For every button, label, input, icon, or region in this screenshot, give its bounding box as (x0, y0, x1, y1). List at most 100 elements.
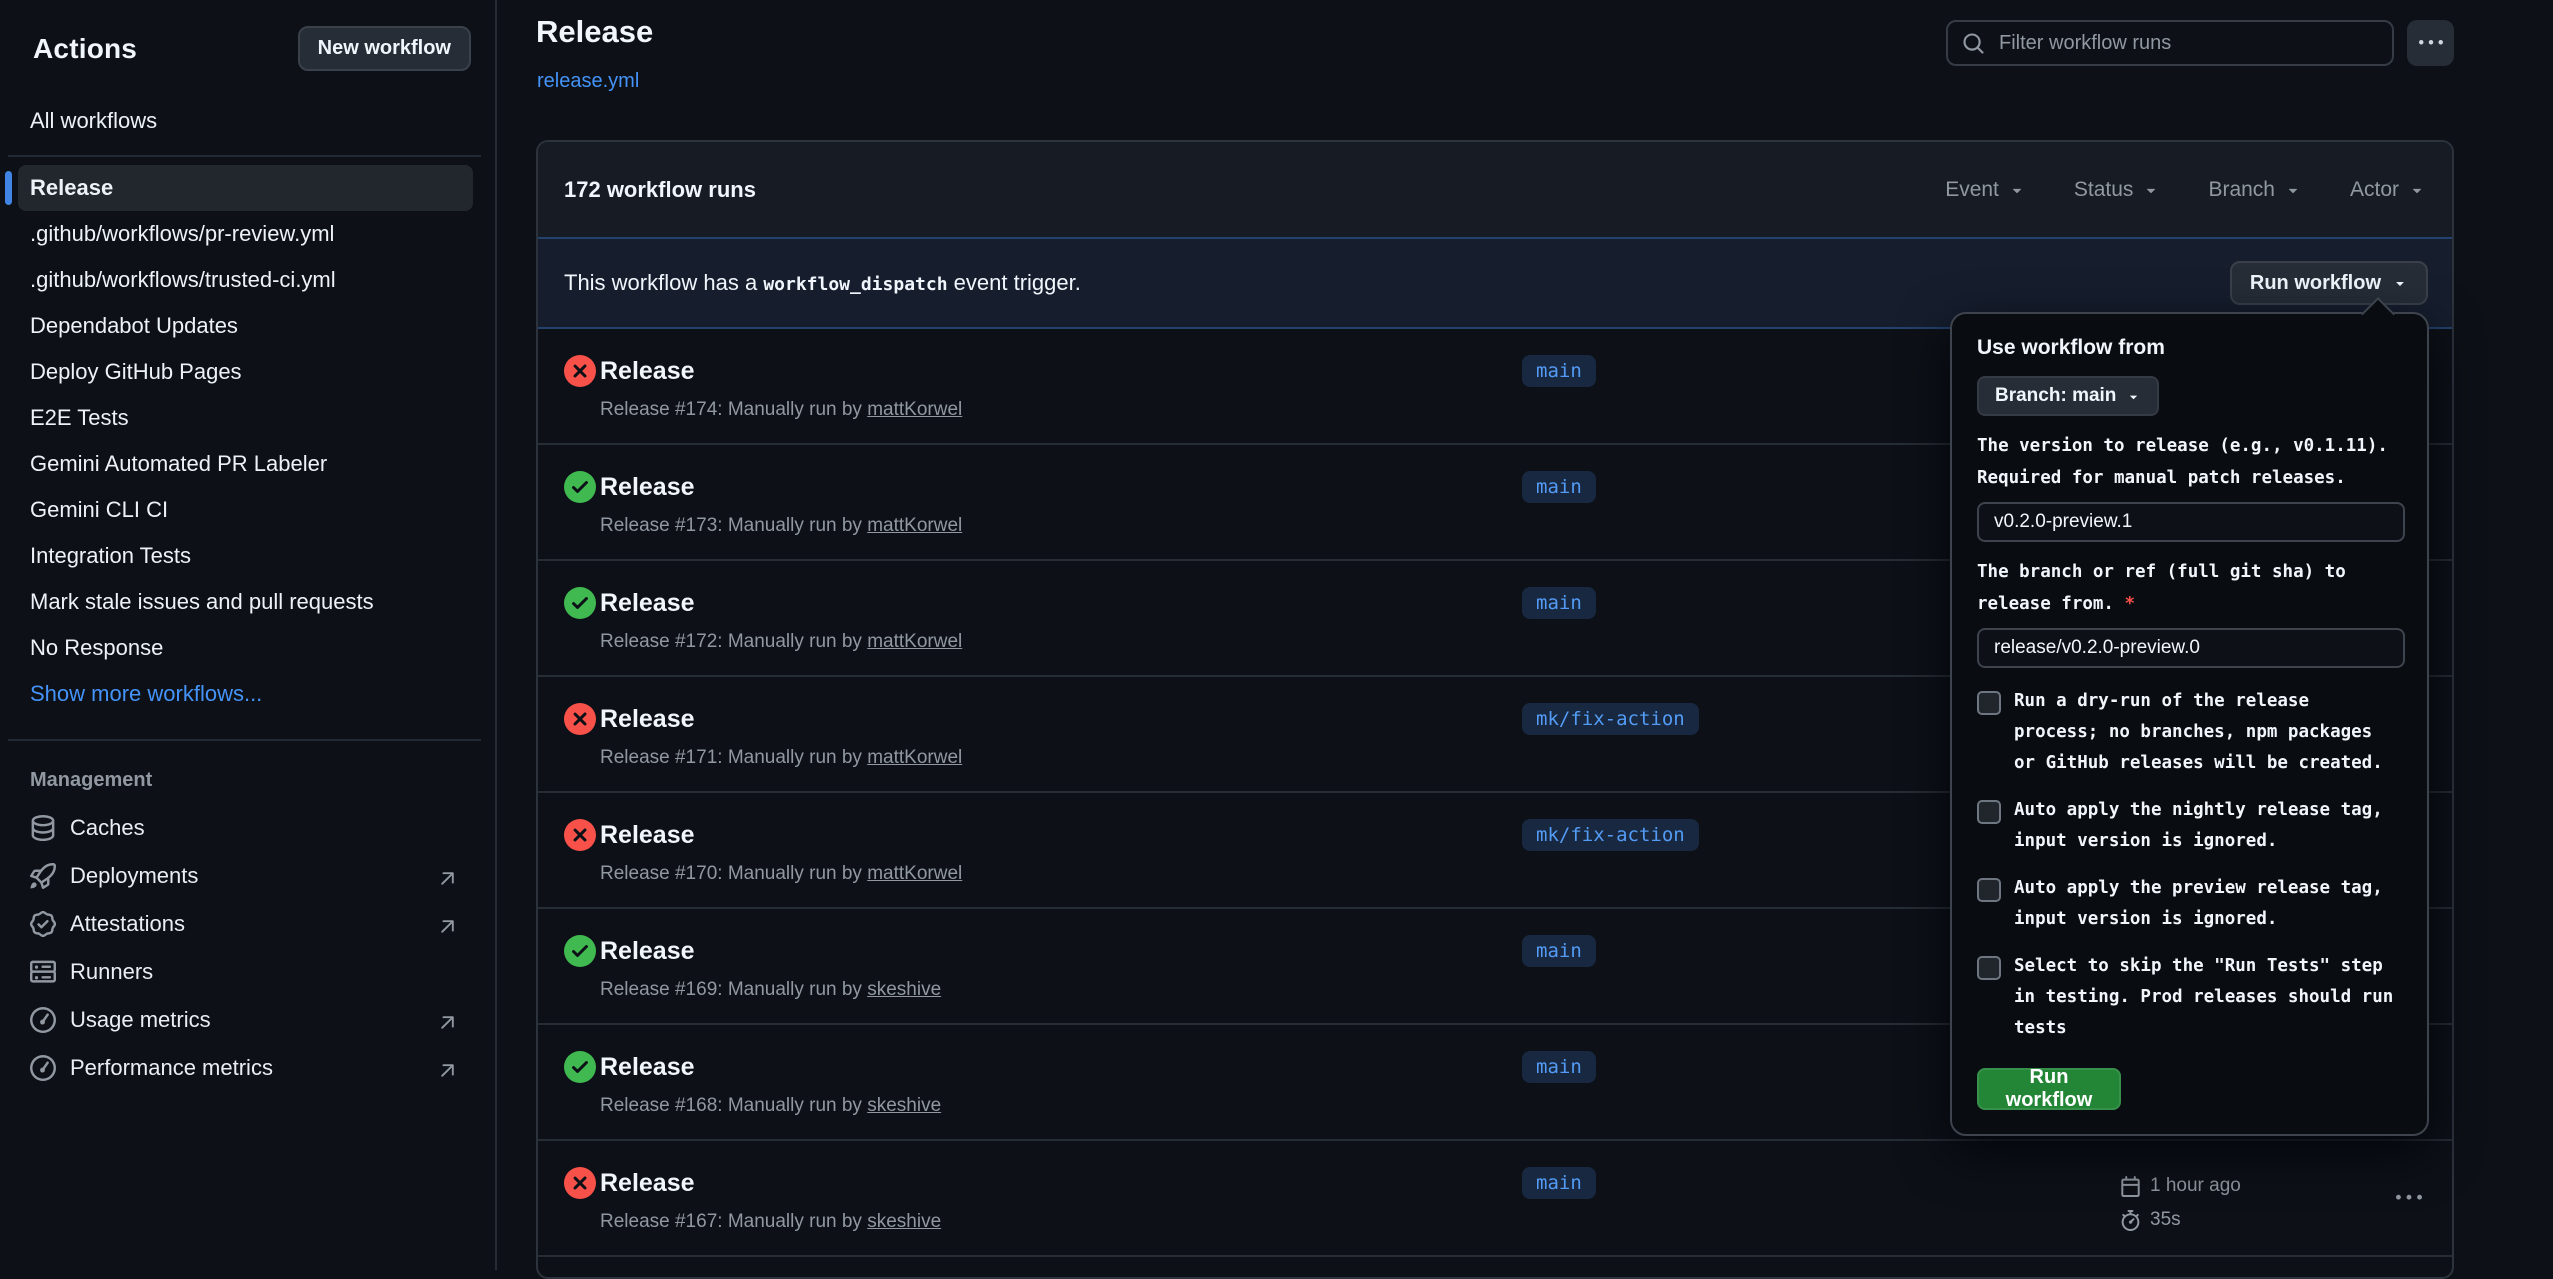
sidebar-item-mark-stale[interactable]: Mark stale issues and pull requests (18, 579, 473, 625)
branch-chip[interactable]: mk/fix-action (1522, 819, 1699, 851)
skip-tests-checkbox-label: Select to skip the "Run Tests" step in t… (2014, 951, 2399, 1044)
status-filter-dropdown[interactable]: Status (2074, 178, 2161, 202)
run-title[interactable]: Release (600, 473, 695, 502)
skip-tests-checkbox[interactable] (1977, 956, 2001, 980)
sidebar-item-release[interactable]: Release (18, 165, 473, 211)
sidebar-item-attestations[interactable]: Attestations (0, 900, 495, 948)
branch-filter-dropdown[interactable]: Branch (2208, 178, 2302, 202)
show-more-workflows-link[interactable]: Show more workflows... (18, 671, 473, 717)
check-circle-icon (564, 471, 596, 503)
search-input[interactable] (1997, 31, 2378, 56)
kebab-horizontal-icon (2396, 1185, 2422, 1211)
actor-link[interactable]: mattKorwel (867, 863, 962, 884)
workflow-options-button[interactable] (2407, 20, 2454, 66)
actor-link[interactable]: mattKorwel (867, 747, 962, 768)
arrow-up-right-icon (435, 866, 455, 886)
run-options-button[interactable] (2386, 1182, 2432, 1214)
sidebar-item-usage-metrics[interactable]: Usage metrics (0, 996, 495, 1044)
run-workflow-submit-button[interactable]: Run workflow (1977, 1068, 2121, 1110)
actor-link[interactable]: mattKorwel (867, 515, 962, 536)
filter-workflow-runs-field[interactable] (1946, 20, 2394, 66)
actor-link[interactable]: mattKorwel (867, 399, 962, 420)
run-status-icon (564, 819, 596, 851)
branch-chip[interactable]: main (1522, 935, 1596, 967)
run-status-icon (564, 703, 596, 735)
meter-icon (30, 1007, 56, 1033)
sidebar-item-label: Performance metrics (70, 1055, 273, 1081)
run-title[interactable]: Release (600, 705, 695, 734)
sidebar-item-no-response[interactable]: No Response (18, 625, 473, 671)
event-filter-dropdown[interactable]: Event (1945, 178, 2026, 202)
version-input-description: The version to release (e.g., v0.1.11). … (1977, 430, 2405, 494)
run-description: Release #173: Manually run by mattKorwel (600, 515, 962, 537)
actor-link[interactable]: skeshive (867, 1095, 941, 1116)
workflow-dispatch-code: workflow_dispatch (763, 274, 947, 295)
chevron-down-icon (2408, 181, 2426, 199)
run-title[interactable]: Release (600, 357, 695, 386)
sidebar-divider (8, 739, 481, 741)
branch-chip[interactable]: main (1522, 1051, 1596, 1083)
actor-link[interactable]: skeshive (867, 979, 941, 1000)
actor-filter-dropdown[interactable]: Actor (2350, 178, 2426, 202)
sidebar-item-deployments[interactable]: Deployments (0, 852, 495, 900)
run-workflow-popover: Use workflow from Branch: main The versi… (1950, 312, 2429, 1136)
sidebar-item-label: Runners (70, 959, 153, 985)
branch-chip[interactable]: mk/fix-action (1522, 703, 1699, 735)
chevron-down-icon (2142, 181, 2160, 199)
check-circle-icon (564, 1051, 596, 1083)
new-workflow-button[interactable]: New workflow (298, 26, 471, 71)
sidebar-item-runners[interactable]: Runners (0, 948, 495, 996)
sidebar-item-gemini-cli-ci[interactable]: Gemini CLI CI (18, 487, 473, 533)
kebab-horizontal-icon (2419, 31, 2443, 55)
run-title[interactable]: Release (600, 937, 695, 966)
run-status-icon (564, 1167, 596, 1199)
dry-run-checkbox[interactable] (1977, 691, 2001, 715)
actions-sidebar: Actions New workflow All workflows Relea… (0, 0, 497, 1270)
branch-chip[interactable]: main (1522, 587, 1596, 619)
version-input[interactable] (1977, 502, 2405, 542)
branch-chip[interactable]: main (1522, 1167, 1596, 1199)
workflow-file-link[interactable]: release.yml (537, 70, 639, 93)
sidebar-item-dependabot-updates[interactable]: Dependabot Updates (18, 303, 473, 349)
run-title[interactable]: Release (600, 1053, 695, 1082)
run-title[interactable]: Release (600, 1169, 695, 1198)
preview-tag-checkbox[interactable] (1977, 878, 2001, 902)
x-circle-icon (564, 703, 596, 735)
run-title[interactable]: Release (600, 589, 695, 618)
x-circle-icon (564, 355, 596, 387)
branch-chip[interactable]: main (1522, 355, 1596, 387)
sidebar-item-caches[interactable]: Caches (0, 804, 495, 852)
run-meta: 1 hour ago 35s (2120, 1169, 2241, 1237)
run-status-icon (564, 1051, 596, 1083)
branch-selector-button[interactable]: Branch: main (1977, 376, 2159, 416)
run-status-icon (564, 587, 596, 619)
check-circle-icon (564, 935, 596, 967)
run-workflow-dropdown-button[interactable]: Run workflow (2230, 261, 2428, 305)
chevron-down-icon (2126, 389, 2141, 404)
sidebar-item-deploy-pages[interactable]: Deploy GitHub Pages (18, 349, 473, 395)
meter-icon (30, 1055, 56, 1081)
chevron-down-icon (2008, 181, 2026, 199)
ref-input-description: The branch or ref (full git sha) to rele… (1977, 556, 2405, 620)
runs-panel-header: 172 workflow runs Event Status Branch Ac… (538, 142, 2452, 237)
nightly-tag-checkbox[interactable] (1977, 800, 2001, 824)
run-status-icon (564, 471, 596, 503)
rocket-icon (30, 863, 56, 889)
branch-chip[interactable]: main (1522, 471, 1596, 503)
actor-link[interactable]: mattKorwel (867, 631, 962, 652)
actor-link[interactable]: skeshive (867, 1211, 941, 1232)
run-status-icon (564, 935, 596, 967)
sidebar-item-trusted-ci[interactable]: .github/workflows/trusted-ci.yml (18, 257, 473, 303)
sidebar-item-gemini-pr-labeler[interactable]: Gemini Automated PR Labeler (18, 441, 473, 487)
verified-icon (30, 911, 56, 937)
sidebar-item-all-workflows[interactable]: All workflows (18, 99, 473, 143)
search-icon (1962, 32, 1985, 55)
ref-input[interactable] (1977, 628, 2405, 668)
sidebar-item-e2e-tests[interactable]: E2E Tests (18, 395, 473, 441)
sidebar-item-integration-tests[interactable]: Integration Tests (18, 533, 473, 579)
management-heading: Management (30, 769, 495, 792)
sidebar-item-label: Attestations (70, 911, 185, 937)
run-title[interactable]: Release (600, 821, 695, 850)
sidebar-item-pr-review[interactable]: .github/workflows/pr-review.yml (18, 211, 473, 257)
sidebar-item-performance-metrics[interactable]: Performance metrics (0, 1044, 495, 1092)
